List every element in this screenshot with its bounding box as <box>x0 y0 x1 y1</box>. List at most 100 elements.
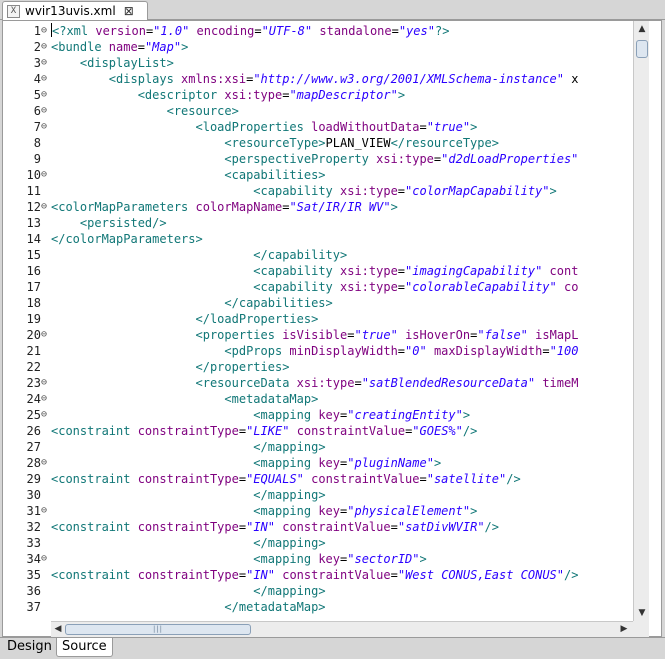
code-line: </properties> <box>51 359 290 375</box>
fold-toggle-icon[interactable]: ⊖ <box>41 167 49 183</box>
fold-toggle-icon[interactable]: ⊖ <box>41 87 49 103</box>
fold-toggle-icon[interactable]: ⊖ <box>41 119 49 135</box>
code-line: <mapping key="physicalElement"> <box>51 503 477 519</box>
code-token: "satellite" <box>426 472 507 486</box>
scrollbar-corner <box>633 621 649 637</box>
fold-toggle-icon[interactable]: ⊖ <box>41 39 49 55</box>
code-token: > <box>419 552 427 566</box>
code-token: key <box>318 456 341 470</box>
fold-toggle-icon[interactable]: ⊖ <box>41 503 49 519</box>
code-token: = <box>391 24 399 38</box>
line-number-gutter: 1 ⊖ 2 ⊖ 3 ⊖ 4 ⊖ 5 ⊖ 6 ⊖ 7 ⊖ 8 9 10 ⊖ 11 12 ⊖ 13 14 15 16 17 18 19 20… <box>15 21 51 621</box>
code-line: <constraint constraintType="IN" constrai… <box>51 567 578 583</box>
code-token: <descriptor <box>137 88 225 102</box>
code-token: = <box>238 520 247 534</box>
code-token: "West CONUS,East CONUS" <box>397 568 565 582</box>
code-token: "false" <box>477 328 528 342</box>
code-token: = <box>254 24 262 38</box>
line-number: 12 <box>26 200 41 214</box>
line-number: 4 <box>33 72 41 86</box>
code-token: key <box>318 552 341 566</box>
code-token: > <box>433 456 442 470</box>
code-line: <capability xsi:type="colorMapCapability… <box>51 183 556 199</box>
fold-toggle-icon[interactable]: ⊖ <box>41 375 49 391</box>
line-number: 37 <box>26 600 41 614</box>
line-number: 6 <box>33 104 41 118</box>
code-token: </loadProperties> <box>195 312 319 326</box>
fold-toggle-icon[interactable]: ⊖ <box>41 23 49 39</box>
code-token: <mapping <box>253 408 319 422</box>
xml-source-editor: 1 ⊖ 2 ⊖ 3 ⊖ 4 ⊖ 5 ⊖ 6 ⊖ 7 ⊖ 8 9 10 ⊖ 11 12 ⊖ 13 14 15 16 17 18 19 20… <box>2 20 662 637</box>
code-token: = <box>390 520 398 534</box>
code-line: <loadProperties loadWithoutData="true"> <box>51 119 478 135</box>
code-token: key <box>318 504 341 518</box>
close-icon[interactable]: ⊠ <box>124 5 134 17</box>
code-token: xsi:type <box>296 376 355 390</box>
line-number: 1 <box>33 24 41 38</box>
code-token: = <box>137 40 145 54</box>
code-token: "GOES%" <box>412 424 463 438</box>
fold-toggle-icon[interactable]: ⊖ <box>41 551 49 567</box>
editor-tab-wvir13uvis[interactable]: X wvir13uvis.xml ⊠ <box>2 1 148 20</box>
fold-toggle-icon[interactable]: ⊖ <box>41 71 49 87</box>
code-token: > <box>470 504 478 518</box>
code-token: "imagingCapability" <box>405 264 543 278</box>
code-token: "satDivWVIR" <box>397 520 485 534</box>
line-number: 18 <box>26 296 41 310</box>
code-token: "IN" <box>246 568 275 582</box>
code-token: "true" <box>354 328 398 342</box>
fold-toggle-icon[interactable]: ⊖ <box>41 327 49 343</box>
code-token: maxDisplayWidth <box>433 344 543 358</box>
code-token: "colorableCapability" <box>405 280 557 294</box>
code-token: <pdProps <box>224 344 290 358</box>
line-number: 35 <box>26 568 41 582</box>
code-token: ?> <box>434 24 450 38</box>
scroll-left-arrow-icon[interactable]: ◀ <box>51 622 65 637</box>
vertical-scrollbar[interactable]: ▲ ▼ <box>633 21 649 621</box>
code-text-area[interactable]: <?xml version="1.0" encoding="UTF-8" sta… <box>51 21 633 621</box>
line-number: 26 <box>26 424 41 438</box>
fold-toggle-icon[interactable]: ⊖ <box>41 455 49 471</box>
code-token: = <box>397 344 406 358</box>
code-token: isHoverOn <box>405 328 471 342</box>
vertical-scroll-thumb[interactable] <box>636 40 648 58</box>
horizontal-scroll-thumb[interactable]: ||| <box>65 624 251 635</box>
tab-design[interactable]: Design <box>2 638 57 657</box>
line-number: 19 <box>26 312 41 326</box>
line-number: 27 <box>26 440 41 454</box>
code-token: constraintType <box>137 568 239 582</box>
code-token: constraintValue <box>282 520 391 534</box>
tab-source[interactable]: Source <box>56 638 113 657</box>
scroll-right-arrow-icon[interactable]: ▶ <box>617 622 631 637</box>
code-token: </resourceType> <box>390 136 499 150</box>
line-number: 23 <box>26 376 41 390</box>
code-token: </mapping> <box>253 488 326 502</box>
fold-toggle-icon[interactable]: ⊖ <box>41 103 49 119</box>
code-token: <persisted/> <box>79 216 167 230</box>
horizontal-scrollbar[interactable]: ◀ ||| ▶ <box>51 621 633 637</box>
code-line: </metadataMap> <box>51 599 325 615</box>
fold-toggle-icon[interactable]: ⊖ <box>41 199 49 215</box>
fold-toggle-icon[interactable]: ⊖ <box>41 391 49 407</box>
code-token: colorMapName <box>195 200 283 214</box>
code-line: <constraint constraintType="LIKE" constr… <box>51 423 477 439</box>
editor-page-tabs: Design Source <box>0 637 665 659</box>
code-token: "LIKE" <box>246 424 290 438</box>
code-line: </mapping> <box>51 583 325 599</box>
code-line: <?xml version="1.0" encoding="UTF-8" sta… <box>51 23 449 39</box>
line-number: 25 <box>26 408 41 422</box>
code-token: "EQUALS" <box>246 472 304 486</box>
scroll-up-arrow-icon[interactable]: ▲ <box>635 21 649 37</box>
line-number: 21 <box>26 344 41 358</box>
code-line: </capability> <box>51 247 347 263</box>
scroll-down-arrow-icon[interactable]: ▼ <box>635 605 649 621</box>
fold-toggle-icon[interactable]: ⊖ <box>41 407 49 423</box>
fold-toggle-icon[interactable]: ⊖ <box>41 55 49 71</box>
